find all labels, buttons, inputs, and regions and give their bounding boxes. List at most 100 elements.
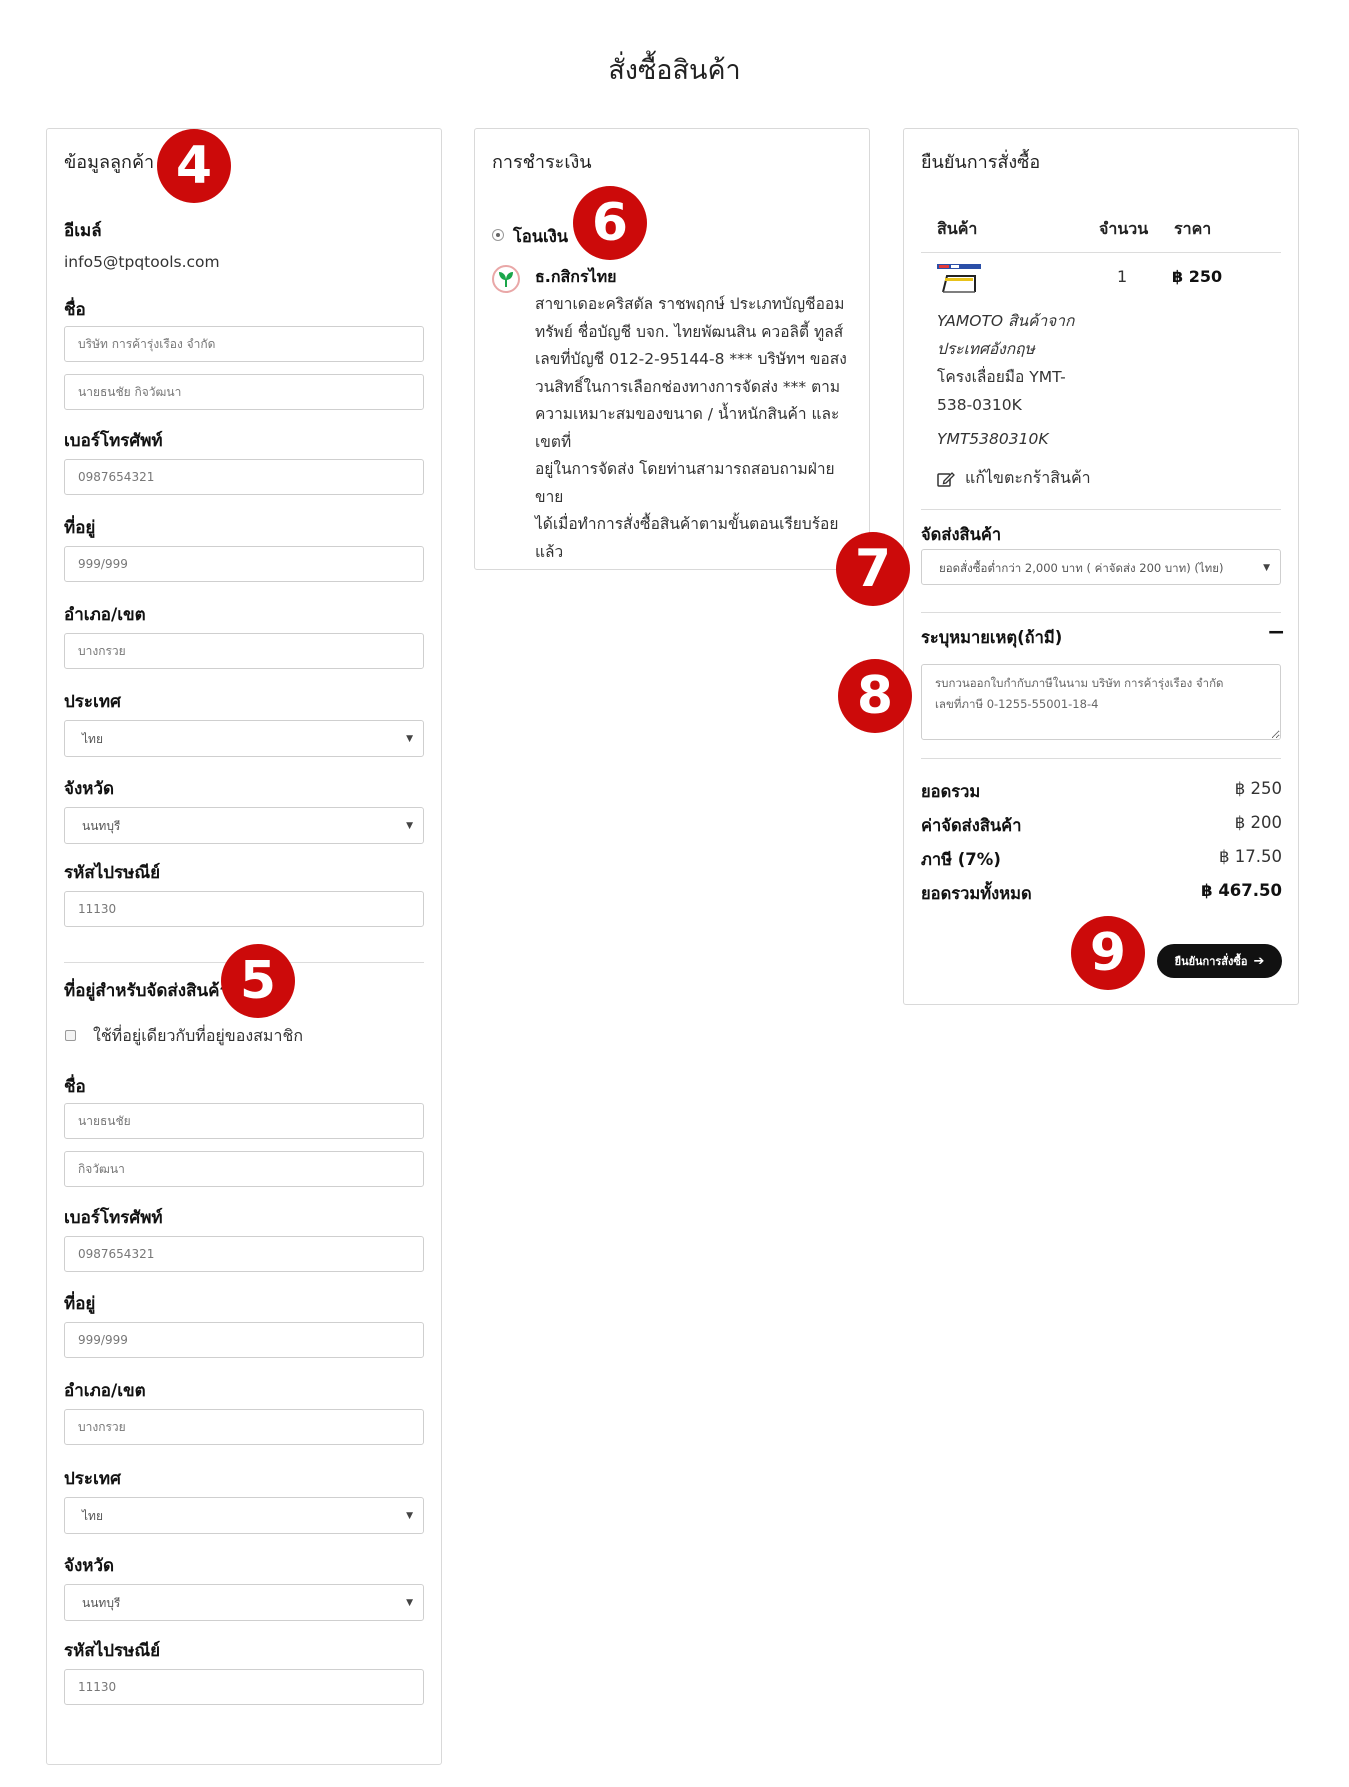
item-name-line: โครงเลื่อยมือ YMT- [937, 368, 1066, 386]
note-label: ระบุหมายเหตุ(ถ้ามี) [921, 628, 1063, 647]
shipping-zip-input[interactable] [64, 1669, 424, 1705]
arrow-right-icon: ➔ [1253, 954, 1265, 969]
shipping-province-select[interactable]: นนทบุรี ▼ [64, 1584, 424, 1621]
annotation-marker-5: 5 [221, 944, 295, 1018]
edit-icon [937, 472, 955, 487]
shipping-address-input[interactable] [64, 1322, 424, 1358]
item-sku: YMT5380310K [937, 430, 1049, 448]
company-name-input[interactable] [64, 326, 424, 362]
shipping-country-label: ประเทศ [64, 1469, 121, 1489]
edit-cart-label: แก้ไขตะกร้าสินค้า [965, 468, 1091, 487]
shipping-province-selected-value: นนทบุรี [82, 1596, 121, 1610]
shipping-district-label: อำเภอ/เขต [64, 1381, 146, 1401]
section-divider [921, 758, 1281, 759]
section-divider [921, 509, 1281, 510]
item-name-line: 538-0310K [937, 396, 1022, 414]
zip-input[interactable] [64, 891, 424, 927]
annotation-marker-8: 8 [838, 659, 912, 733]
customer-info-panel: ข้อมูลลูกค้า 4 อีเมล์ info5@tpqtools.com… [46, 128, 442, 1765]
payment-panel: การชำระเงิน 6 โอนเงิน ธ.กสิกรไทย สาขาเดอ… [474, 128, 870, 570]
grand-total-value: ฿ 467.50 [1201, 881, 1282, 900]
hacksaw-image [937, 264, 981, 293]
chevron-down-icon: ▼ [406, 1511, 413, 1521]
shipping-method-selected-value: ยอดสั่งซื้อต่ำกว่า 2,000 บาท ( ค่าจัดส่ง… [939, 561, 1224, 575]
zip-label: รหัสไปรษณีย์ [64, 863, 161, 883]
shipping-phone-input[interactable] [64, 1236, 424, 1272]
grand-total-label: ยอดรวมทั้งหมด [921, 884, 1032, 903]
product-thumbnail[interactable] [937, 262, 981, 298]
phone-label: เบอร์โทรศัพท์ [64, 431, 163, 451]
shipping-country-selected-value: ไทย [82, 1509, 103, 1523]
order-confirm-panel: ยืนยันการสั่งซื้อ สินค้า จำนวน ราคา 1 ฿ … [836, 128, 1299, 1005]
kasikorn-bank-logo-icon [492, 265, 520, 293]
bank-detail-line: ทรัพย์ ชื่อบัญชี บจก. ไทยพัฒนสิน ควอลิตี… [535, 322, 844, 341]
shipping-address-label: ที่อยู่ [64, 1294, 96, 1314]
item-brand-line: ประเทศอังกฤษ [937, 340, 1035, 358]
section-divider [921, 612, 1281, 613]
email-value: info5@tpqtools.com [64, 253, 220, 271]
province-selected-value: นนทบุรี [82, 819, 121, 833]
column-header-product: สินค้า [937, 219, 978, 238]
confirm-order-button[interactable]: ยืนยันการสั่งซื้อ ➔ [1157, 944, 1282, 978]
address-input[interactable] [64, 546, 424, 582]
annotation-marker-9: 9 [1071, 916, 1145, 990]
bank-name: ธ.กสิกรไทย [535, 267, 617, 286]
chevron-down-icon: ▼ [406, 734, 413, 744]
email-label: อีเมล์ [64, 221, 102, 241]
chevron-down-icon: ▼ [1263, 563, 1270, 573]
country-label: ประเทศ [64, 692, 121, 712]
phone-input[interactable] [64, 459, 424, 495]
country-select[interactable]: ไทย ▼ [64, 720, 424, 757]
same-address-checkbox[interactable] [65, 1030, 76, 1041]
bank-detail-line: อยู่ในการจัดส่ง โดยท่านสามารถสอบถามฝ่ายข… [535, 460, 835, 506]
shipping-name-label: ชื่อ [64, 1077, 86, 1097]
address-label: ที่อยู่ [64, 518, 96, 538]
item-quantity: 1 [1117, 267, 1128, 286]
note-textarea[interactable]: รบกวนออกใบกำกับภาษีในนาม บริษัท การค้ารุ… [921, 664, 1281, 740]
bank-detail-line: วนสิทธิ์ในการเลือกช่องทางการจัดส่ง *** ต… [535, 377, 841, 396]
contact-name-input[interactable] [64, 374, 424, 410]
name-label: ชื่อ [64, 300, 86, 320]
transfer-label: โอนเงิน [513, 227, 569, 246]
shipping-cost-value: ฿ 200 [1234, 813, 1282, 832]
bank-details: สาขาเดอะคริสตัล ราชพฤกษ์ ประเภทบัญชีออม … [535, 291, 855, 566]
country-selected-value: ไทย [82, 732, 103, 746]
customer-heading: ข้อมูลลูกค้า [64, 152, 155, 173]
confirm-order-label: ยืนยันการสั่งซื้อ [1174, 955, 1248, 968]
bank-detail-line: สาขาเดอะคริสตัล ราชพฤกษ์ ประเภทบัญชีออม [535, 295, 845, 313]
bank-detail-line: ได้เมื่อทำการสั่งซื้อสินค้าตามขั้นตอนเรี… [535, 515, 839, 561]
column-header-price: ราคา [1174, 219, 1212, 238]
page-title: สั่งซื้อสินค้า [608, 55, 741, 86]
shipping-method-label: จัดส่งสินค้า [921, 525, 1002, 544]
bank-detail-line: เลขที่บัญชี 012-2-95144-8 *** บริษัทฯ ขอ… [535, 350, 847, 368]
column-header-quantity: จำนวน [1099, 219, 1149, 238]
annotation-marker-7: 7 [836, 532, 910, 606]
transfer-radio[interactable] [492, 229, 504, 241]
payment-heading: การชำระเงิน [492, 152, 592, 173]
chevron-down-icon: ▼ [406, 821, 413, 831]
table-header-divider [921, 252, 1281, 253]
province-select[interactable]: นนทบุรี ▼ [64, 807, 424, 844]
tax-label: ภาษี (7%) [921, 850, 1001, 869]
shipping-district-input[interactable] [64, 1409, 424, 1445]
district-input[interactable] [64, 633, 424, 669]
shipping-country-select[interactable]: ไทย ▼ [64, 1497, 424, 1534]
subtotal-label: ยอดรวม [921, 782, 981, 801]
tax-value: ฿ 17.50 [1219, 847, 1282, 866]
shipping-province-label: จังหวัด [64, 1556, 115, 1576]
shipping-first-name-input[interactable] [64, 1103, 424, 1139]
shipping-method-select[interactable]: ยอดสั่งซื้อต่ำกว่า 2,000 บาท ( ค่าจัดส่ง… [921, 549, 1281, 585]
order-heading: ยืนยันการสั่งซื้อ [921, 152, 1041, 173]
item-brand-line: YAMOTO สินค้าจาก [937, 312, 1075, 330]
shipping-phone-label: เบอร์โทรศัพท์ [64, 1208, 163, 1228]
collapse-minus-icon[interactable]: − [1267, 620, 1285, 645]
shipping-zip-label: รหัสไปรษณีย์ [64, 1641, 161, 1661]
item-price: ฿ 250 [1172, 267, 1223, 286]
same-address-label: ใช้ที่อยู่เดียวกับที่อยู่ของสมาชิก [93, 1026, 303, 1045]
shipping-address-heading: ที่อยู่สำหรับจัดส่งสินค้า [64, 981, 230, 1001]
annotation-marker-4: 4 [157, 129, 231, 203]
bank-detail-line: ความเหมาะสมของขนาด / น้ำหนักสินค้า และเข… [535, 405, 840, 451]
chevron-down-icon: ▼ [406, 1598, 413, 1608]
shipping-cost-label: ค่าจัดส่งสินค้า [921, 816, 1022, 835]
shipping-last-name-input[interactable] [64, 1151, 424, 1187]
